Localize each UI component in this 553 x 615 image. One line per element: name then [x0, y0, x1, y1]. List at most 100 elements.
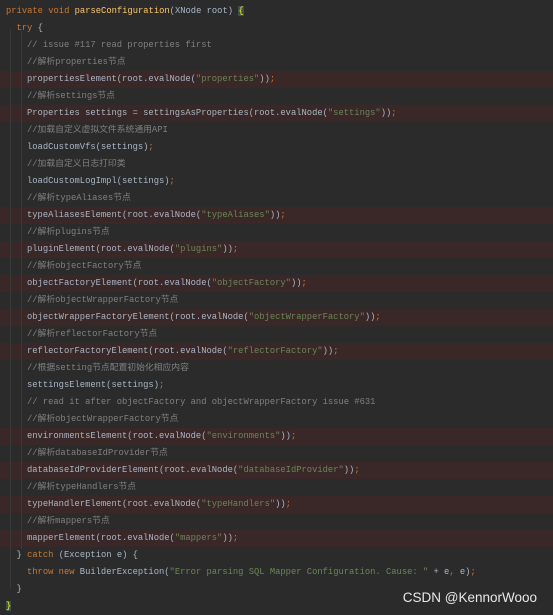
- code-text: objectWrapperFactoryElement(root.evalNod…: [27, 312, 249, 322]
- code-text: )): [364, 312, 376, 322]
- comment: //解析settings节点: [27, 91, 115, 101]
- keyword: ;: [333, 346, 339, 356]
- indent-guide: [21, 29, 22, 549]
- comment: // read it after objectFactory and objec…: [27, 397, 376, 407]
- code-text: pluginElement(root.evalNode(: [27, 244, 175, 254]
- comment: //解析plugins节点: [27, 227, 110, 237]
- code-line[interactable]: pluginElement(root.evalNode("plugins"));: [0, 241, 553, 258]
- string-literal: "mappers": [174, 533, 223, 543]
- code-text: )): [269, 210, 281, 220]
- keyword: ;: [301, 278, 307, 288]
- keyword: ;: [158, 380, 165, 390]
- comment: //解析reflectorFactory节点: [27, 329, 158, 339]
- code-line[interactable]: reflectorFactoryElement(root.evalNode("r…: [0, 343, 553, 360]
- code-text: )): [259, 74, 270, 84]
- keyword: ;: [269, 74, 276, 84]
- comment: //解析objectWrapperFactory节点: [27, 414, 179, 424]
- code-line[interactable]: // issue #117 read properties first: [0, 37, 553, 54]
- string-literal: "typeHandlers": [201, 499, 276, 509]
- code-text: )): [380, 108, 392, 118]
- comment: //解析mappers节点: [27, 516, 110, 526]
- code-text: e): [459, 567, 471, 577]
- keyword: ;: [232, 533, 239, 543]
- code-line[interactable]: private void parseConfiguration(XNode ro…: [0, 3, 553, 20]
- code-text: (XNode root): [169, 6, 239, 16]
- code-line[interactable]: environmentsElement(root.evalNode("envir…: [0, 428, 553, 445]
- code-line[interactable]: objectWrapperFactoryElement(root.evalNod…: [0, 309, 553, 326]
- code-line[interactable]: //解析plugins节点: [0, 224, 553, 241]
- keyword: ;: [232, 244, 239, 254]
- string-literal: "objectFactory": [211, 278, 291, 288]
- watermark: CSDN @KennorWooo: [402, 590, 537, 605]
- code-line[interactable]: //解析settings节点: [0, 88, 553, 105]
- code-text: settingsElement(settings): [27, 380, 159, 390]
- comment: //加载自定义日志打印类: [27, 159, 126, 169]
- code-text: )): [343, 465, 355, 475]
- string-literal: "Error parsing SQL Mapper Configuration.…: [169, 567, 429, 577]
- code-text: typeHandlerElement(root.evalNode(: [27, 499, 202, 509]
- code-line[interactable]: //加载自定义日志打印类: [0, 156, 553, 173]
- comment: //解析objectWrapperFactory节点: [27, 295, 179, 305]
- code-line[interactable]: loadCustomVfs(settings);: [0, 139, 553, 156]
- code-line[interactable]: //解析objectFactory节点: [0, 258, 553, 275]
- keyword: ;: [354, 465, 360, 475]
- code-text: )): [275, 499, 286, 509]
- code-line[interactable]: throw new BuilderException("Error parsin…: [0, 564, 553, 581]
- code-line[interactable]: //解析mappers节点: [0, 513, 553, 530]
- code-text: mapperElement(root.evalNode(: [27, 533, 175, 543]
- code-line[interactable]: propertiesElement(root.evalNode("propert…: [0, 71, 553, 88]
- code-line[interactable]: typeAliasesElement(root.evalNode("typeAl…: [0, 207, 553, 224]
- code-line[interactable]: mapperElement(root.evalNode("mappers"));: [0, 530, 553, 547]
- code-text: }: [16, 550, 28, 560]
- code-text: )): [290, 278, 302, 288]
- comment: //解析objectFactory节点: [27, 261, 142, 271]
- code-line[interactable]: typeHandlerElement(root.evalNode("typeHa…: [0, 496, 553, 513]
- keyword: ;: [290, 431, 297, 441]
- string-literal: "reflectorFactory": [227, 346, 323, 356]
- code-line[interactable]: //解析reflectorFactory节点: [0, 326, 553, 343]
- comment: //加载自定义虚拟文件系统通用API: [27, 125, 168, 135]
- string-literal: "objectWrapperFactory": [248, 312, 365, 322]
- code-line[interactable]: //解析objectWrapperFactory节点: [0, 292, 553, 309]
- code-line[interactable]: Properties settings = settingsAsProperti…: [0, 105, 553, 122]
- code-editor[interactable]: private void parseConfiguration(XNode ro…: [0, 3, 553, 615]
- code-line[interactable]: databaseIdProviderElement(root.evalNode(…: [0, 462, 553, 479]
- code-text: )): [322, 346, 334, 356]
- comment: //解析databaseIdProvider节点: [27, 448, 168, 458]
- keyword: ;: [280, 210, 286, 220]
- code-line[interactable]: //根据setting节点配置初始化相应内容: [0, 360, 553, 377]
- code-line[interactable]: objectFactoryElement(root.evalNode("obje…: [0, 275, 553, 292]
- code-text: environmentsElement(root.evalNode(: [27, 431, 207, 441]
- string-literal: "environments": [206, 431, 281, 441]
- string-literal: "databaseIdProvider": [238, 465, 344, 475]
- code-line[interactable]: loadCustomLogImpl(settings);: [0, 173, 553, 190]
- code-text: loadCustomLogImpl(settings): [27, 176, 170, 186]
- code-text: BuilderException(: [79, 567, 170, 577]
- string-literal: "properties": [195, 74, 260, 84]
- code-line[interactable]: // read it after objectFactory and objec…: [0, 394, 553, 411]
- keyword: ,: [449, 567, 460, 577]
- code-text: {: [37, 23, 43, 33]
- code-line[interactable]: try {: [0, 20, 553, 37]
- keyword: try: [16, 23, 38, 33]
- method-name: parseConfiguration: [74, 6, 170, 16]
- code-line[interactable]: //加载自定义虚拟文件系统通用API: [0, 122, 553, 139]
- keyword: ;: [375, 312, 381, 322]
- code-text: databaseIdProviderElement(root.evalNode(: [27, 465, 239, 475]
- keyword: throw new: [27, 567, 80, 577]
- code-text: }: [16, 584, 22, 594]
- code-line[interactable]: //解析objectWrapperFactory节点: [0, 411, 553, 428]
- comment: // issue #117 read properties first: [27, 40, 212, 50]
- code-text: )): [280, 431, 291, 441]
- keyword: ;: [148, 142, 154, 152]
- code-line[interactable]: settingsElement(settings);: [0, 377, 553, 394]
- code-line[interactable]: } catch (Exception e) {: [0, 547, 553, 564]
- code-line[interactable]: //解析typeHandlers节点: [0, 479, 553, 496]
- code-line[interactable]: //解析typeAliases节点: [0, 190, 553, 207]
- code-line[interactable]: //解析properties节点: [0, 54, 553, 71]
- keyword: catch: [27, 550, 59, 560]
- code-text: loadCustomVfs(settings): [27, 142, 149, 152]
- code-text: (Exception e) {: [58, 550, 138, 560]
- comment: //解析typeHandlers节点: [27, 482, 137, 492]
- code-line[interactable]: //解析databaseIdProvider节点: [0, 445, 553, 462]
